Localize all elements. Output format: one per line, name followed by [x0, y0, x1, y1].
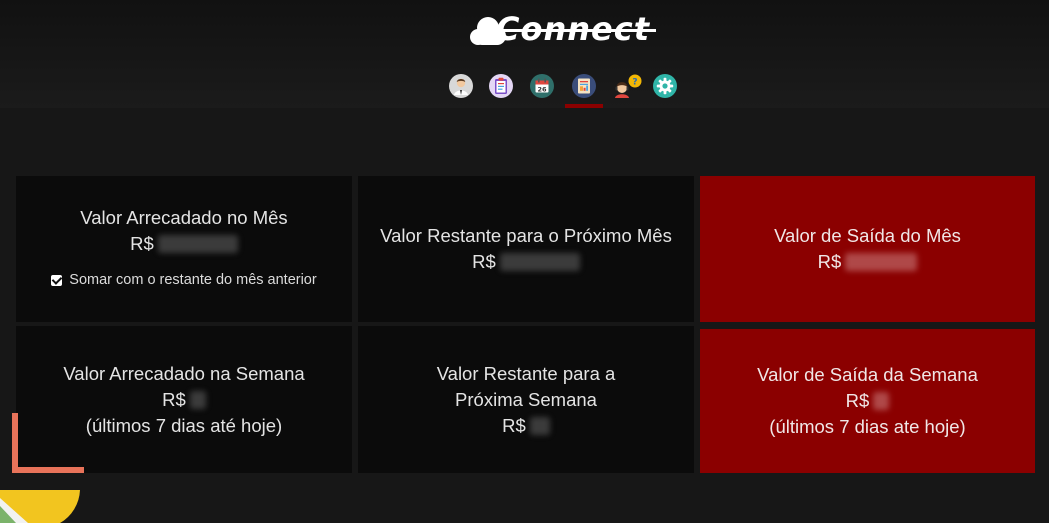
card-value: R$ — [472, 249, 580, 275]
help-mark: ? — [632, 78, 637, 88]
top-header: Connect 26 ? — [0, 0, 1049, 108]
card-month-remaining: Valor Restante para o Próximo Mês R$ — [358, 176, 694, 322]
card-title: Valor de Saída da Semana — [757, 364, 978, 385]
card-week-remaining: Valor Restante para a Próxima Semana R$ — [358, 326, 694, 473]
finance-report-icon — [572, 74, 596, 98]
blurred-amount — [189, 390, 206, 409]
card-value: R$ — [130, 231, 238, 257]
support-icon: ? — [615, 74, 642, 98]
card-title: Valor Arrecadado na Semana — [63, 362, 305, 384]
main-nav: 26 ? — [448, 72, 688, 108]
card-title: Valor de Saída do Mês — [774, 225, 961, 246]
card-value: R$ — [162, 387, 206, 413]
clipboard-icon — [489, 74, 513, 98]
connect-logo[interactable]: Connect — [470, 8, 662, 50]
nav-clipboard[interactable] — [488, 72, 514, 100]
nav-calendar[interactable]: 26 — [529, 72, 555, 100]
blurred-amount — [529, 416, 550, 435]
blurred-amount — [873, 392, 890, 410]
blurred-amount — [845, 253, 918, 271]
card-value: R$ — [502, 413, 550, 439]
calendar-icon: 26 — [530, 74, 554, 98]
card-month-out: Valor de Saída do Mês R$ — [700, 176, 1035, 322]
nav-profile[interactable] — [448, 72, 474, 100]
card-title-line2: Próxima Semana — [455, 388, 597, 410]
settings-icon — [653, 74, 677, 98]
currency-label: R$ — [502, 414, 526, 436]
currency-label: R$ — [817, 251, 842, 272]
nav-finance-report[interactable] — [571, 72, 597, 100]
currency-label: R$ — [472, 251, 496, 272]
currency-label: R$ — [845, 390, 870, 411]
sum-previous-checkbox-row[interactable]: Somar com o restante do mês anterior — [51, 267, 317, 293]
calendar-day: 26 — [537, 85, 547, 93]
nav-settings[interactable] — [652, 72, 678, 100]
checkbox-label: Somar com o restante do mês anterior — [69, 272, 317, 288]
card-value: R$ — [846, 388, 890, 414]
card-month-collected: Valor Arrecadado no Mês R$ Somar com o r… — [16, 176, 352, 322]
card-title-line1: Valor Restante para a — [436, 362, 616, 384]
card-note: (últimos 7 dias até hoje) — [85, 414, 283, 436]
card-week-out: Valor de Saída da Semana R$ (últimos 7 d… — [700, 329, 1035, 473]
card-note: (últimos 7 dias ate hoje) — [769, 416, 966, 437]
logo-text: Connect — [496, 10, 656, 48]
card-title: Valor Arrecadado no Mês — [80, 207, 288, 228]
profile-icon — [449, 74, 473, 98]
blurred-amount — [157, 235, 238, 253]
currency-label: R$ — [130, 233, 154, 254]
nav-support[interactable]: ? — [610, 72, 646, 100]
active-tab-indicator — [565, 104, 603, 108]
sum-previous-checkbox[interactable] — [51, 274, 63, 286]
card-value: R$ — [818, 249, 918, 275]
card-title: Valor Restante para o Próximo Mês — [380, 225, 672, 246]
currency-label: R$ — [162, 388, 186, 410]
blurred-amount — [499, 253, 580, 271]
decorative-shapes — [0, 413, 84, 523]
